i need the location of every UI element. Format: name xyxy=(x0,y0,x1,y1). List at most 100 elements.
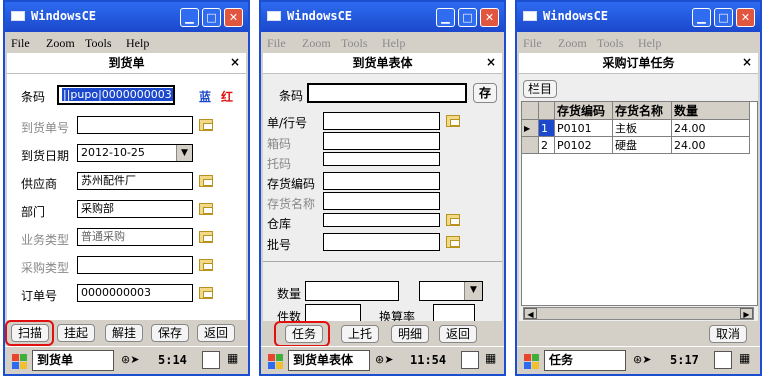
back-button[interactable]: 返回 xyxy=(197,324,235,342)
form-close-button[interactable]: × xyxy=(230,55,240,69)
arrival-no-input[interactable] xyxy=(77,116,193,134)
stock-name-cell[interactable]: 主板 xyxy=(612,119,672,137)
quantity-input[interactable] xyxy=(305,281,399,301)
horizontal-scrollbar[interactable]: ◀ ▶ xyxy=(523,307,754,320)
suspend-button[interactable]: 挂起 xyxy=(57,324,95,342)
stock-name-cell[interactable]: 硬盘 xyxy=(612,136,672,154)
barcode-input[interactable]: ||pupo|0000000003 xyxy=(57,85,175,105)
start-flag-icon[interactable] xyxy=(264,350,286,371)
start-flag-icon[interactable] xyxy=(8,350,30,371)
menu-help[interactable]: Help xyxy=(638,36,661,51)
batch-input[interactable] xyxy=(323,233,440,251)
folder-icon[interactable] xyxy=(446,236,460,248)
column-header[interactable]: 存货编码 xyxy=(554,101,613,120)
chevron-down-icon[interactable]: ▼ xyxy=(464,282,482,300)
department-input[interactable]: 采购部 xyxy=(77,200,193,218)
scroll-left-icon[interactable]: ◀ xyxy=(524,308,537,319)
keyboard-icon[interactable]: ▦ xyxy=(739,351,755,369)
form-close-button[interactable]: × xyxy=(486,55,496,69)
keyboard-icon[interactable]: ▦ xyxy=(485,351,501,369)
menu-tools[interactable]: Tools xyxy=(597,36,624,51)
menu-zoom[interactable]: Zoom xyxy=(302,36,331,51)
scan-button[interactable]: 扫描 xyxy=(11,324,49,342)
maximize-icon[interactable]: □ xyxy=(458,8,477,27)
menu-help[interactable]: Help xyxy=(126,36,149,51)
folder-icon[interactable] xyxy=(199,287,213,299)
quantity-cell[interactable]: 24.00 xyxy=(671,119,750,137)
form-close-button[interactable]: × xyxy=(742,55,752,69)
folder-icon[interactable] xyxy=(446,214,460,226)
desktop-icon[interactable] xyxy=(461,351,479,369)
folder-icon[interactable] xyxy=(199,231,213,243)
back-button[interactable]: 返回 xyxy=(439,325,477,343)
start-flag-icon[interactable] xyxy=(520,350,542,371)
blue-tag-button[interactable]: 蓝 xyxy=(199,88,211,105)
stock-code-cell[interactable]: P0102 xyxy=(554,136,613,154)
detail-button[interactable]: 明细 xyxy=(391,325,429,343)
network-icon: ⊛➤ xyxy=(375,353,394,366)
folder-icon[interactable] xyxy=(199,203,213,215)
desktop-icon[interactable] xyxy=(202,351,220,369)
minimize-icon[interactable]: ▁ xyxy=(436,8,455,27)
pallet-button[interactable]: 上托 xyxy=(341,325,379,343)
stock-name-input[interactable] xyxy=(323,192,440,210)
menu-zoom[interactable]: Zoom xyxy=(46,36,75,51)
folder-icon[interactable] xyxy=(199,259,213,271)
minimize-icon[interactable]: ▁ xyxy=(180,8,199,27)
button-row: 取消 xyxy=(517,321,760,347)
pallet-code-input[interactable] xyxy=(323,152,440,166)
resume-button[interactable]: 解挂 xyxy=(105,324,143,342)
purchase-type-input[interactable] xyxy=(77,256,193,274)
column-header[interactable]: 存货名称 xyxy=(612,101,672,120)
minimize-icon[interactable]: ▁ xyxy=(692,8,711,27)
save-button[interactable]: 保存 xyxy=(151,324,189,342)
arrival-date-select[interactable]: 2012-10-25 ▼ xyxy=(77,144,193,162)
box-code-input[interactable] xyxy=(323,132,440,150)
chevron-down-icon[interactable]: ▼ xyxy=(176,145,192,161)
scroll-right-icon[interactable]: ▶ xyxy=(740,308,753,319)
table-row[interactable]: ▶ 1 P0101 主板 24.00 xyxy=(521,119,750,137)
red-tag-button[interactable]: 红 xyxy=(221,88,233,105)
folder-icon[interactable] xyxy=(199,175,213,187)
save-small-button[interactable]: 存 xyxy=(473,83,497,103)
folder-icon[interactable] xyxy=(199,119,213,131)
menu-tools[interactable]: Tools xyxy=(341,36,368,51)
barcode-input[interactable] xyxy=(307,83,467,103)
supplier-input[interactable]: 苏州配件厂 xyxy=(77,172,193,190)
taskbar-task[interactable]: 到货单表体 xyxy=(288,350,370,371)
stock-code-cell[interactable]: P0101 xyxy=(554,119,613,137)
table-row[interactable]: 2 P0102 硬盘 24.00 xyxy=(521,136,750,154)
close-icon[interactable]: ✕ xyxy=(736,8,755,27)
taskbar-task[interactable]: 任务 xyxy=(544,350,626,371)
cancel-button[interactable]: 取消 xyxy=(709,325,747,343)
columns-button[interactable]: 栏目 xyxy=(523,80,557,98)
folder-icon[interactable] xyxy=(446,115,460,127)
menu-tools[interactable]: Tools xyxy=(85,36,112,51)
close-icon[interactable]: ✕ xyxy=(224,8,243,27)
line-no-input[interactable] xyxy=(323,112,440,130)
menu-file[interactable]: File xyxy=(11,36,30,51)
keyboard-icon[interactable]: ▦ xyxy=(227,351,243,369)
order-no-input[interactable]: 0000000003 xyxy=(77,284,193,302)
row-selector-header xyxy=(521,101,539,120)
maximize-icon[interactable]: □ xyxy=(714,8,733,27)
stock-code-input[interactable] xyxy=(323,172,440,190)
warehouse-input[interactable] xyxy=(323,213,440,227)
business-type-input[interactable]: 普通采购 xyxy=(77,228,193,246)
unit-select[interactable]: ▼ xyxy=(419,281,483,301)
menu-zoom[interactable]: Zoom xyxy=(558,36,587,51)
task-button[interactable]: 任务 xyxy=(285,325,323,343)
menu-file[interactable]: File xyxy=(267,36,286,51)
menu-help[interactable]: Help xyxy=(382,36,405,51)
menu-file[interactable]: File xyxy=(523,36,542,51)
close-icon[interactable]: ✕ xyxy=(480,8,499,27)
taskbar: 到货单表体 ⊛➤ 11:54 ▦ xyxy=(261,346,504,374)
taskbar-task[interactable]: 到货单 xyxy=(32,350,114,371)
quantity-cell[interactable]: 24.00 xyxy=(671,136,750,154)
network-icon: ⊛➤ xyxy=(121,353,140,366)
quantity-label: 数量 xyxy=(277,287,302,301)
desktop-icon[interactable] xyxy=(714,351,732,369)
column-header[interactable]: 数量 xyxy=(671,101,750,120)
row-pointer-icon: ▶ xyxy=(521,119,539,137)
maximize-icon[interactable]: □ xyxy=(202,8,221,27)
